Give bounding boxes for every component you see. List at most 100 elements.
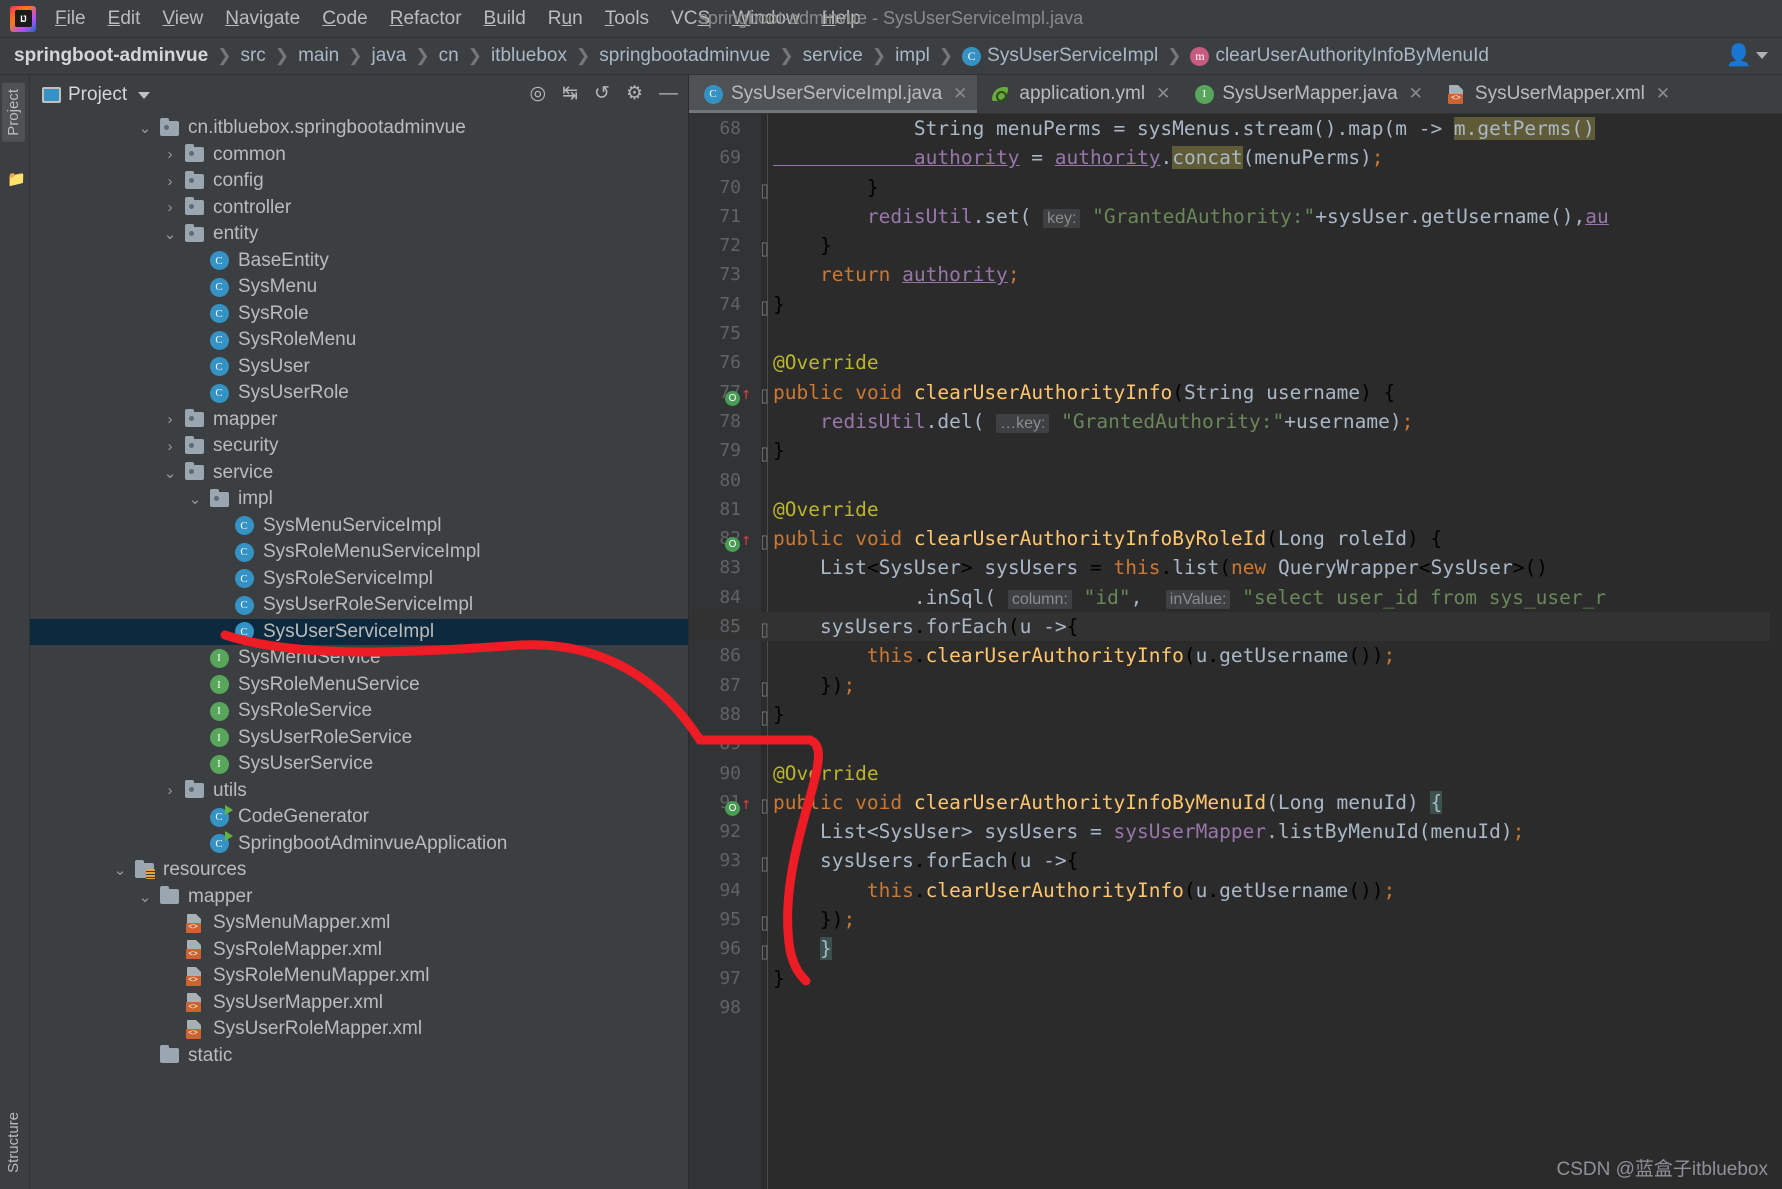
code-line[interactable]: 76 @Override xyxy=(689,348,1782,377)
editor-tab-sysuserserviceimpl-java[interactable]: C SysUserServiceImpl.java ✕ xyxy=(689,75,978,113)
tree-item-sysrolemenumapper-xml[interactable]: <> SysRoleMenuMapper.xml xyxy=(30,963,688,990)
tree-item-security[interactable]: › security xyxy=(30,433,688,460)
close-icon[interactable]: ✕ xyxy=(1656,84,1670,104)
chevron-down-icon[interactable]: ⌄ xyxy=(159,225,181,243)
chevron-down-icon[interactable] xyxy=(138,91,151,99)
tree-item-common[interactable]: › common xyxy=(30,142,688,169)
tree-item-sysmenuserviceimpl[interactable]: C SysMenuServiceImpl xyxy=(30,513,688,540)
code-line[interactable]: 83 List<SysUser> sysUsers = this.list(ne… xyxy=(689,553,1782,582)
tree-item-sysuserroleservice[interactable]: I SysUserRoleService xyxy=(30,725,688,752)
tree-item-sysrole[interactable]: C SysRole xyxy=(30,301,688,328)
breadcrumb-item-class[interactable]: C SysUserServiceImpl xyxy=(962,45,1158,67)
breadcrumb-item-project[interactable]: springboot-adminvue xyxy=(14,45,208,67)
tree-item-controller[interactable]: › controller xyxy=(30,195,688,222)
breadcrumb-item-java[interactable]: java xyxy=(372,45,407,67)
code-line[interactable]: 92 List<SysUser> sysUsers = sysUserMappe… xyxy=(689,817,1782,846)
code-line[interactable]: 74 ⌷} xyxy=(689,290,1782,319)
code-line[interactable]: 87 ⌷ }); xyxy=(689,671,1782,700)
menu-navigate[interactable]: Navigate xyxy=(214,6,311,32)
breadcrumb-item-springbootadminvue[interactable]: springbootadminvue xyxy=(599,45,770,67)
tree-item-sysrolemenuservice[interactable]: I SysRoleMenuService xyxy=(30,672,688,699)
tree-item-sysuserserviceimpl[interactable]: C SysUserServiceImpl xyxy=(30,618,688,645)
editor-tab-application-yml[interactable]: application.yml ✕ xyxy=(977,75,1180,113)
code-line[interactable]: 70 ⌷ } xyxy=(689,173,1782,202)
code-line[interactable]: 82O↑⌷public void clearUserAuthorityInfoB… xyxy=(689,524,1782,553)
code-line[interactable]: 73 return authority; xyxy=(689,260,1782,289)
menu-code[interactable]: Code xyxy=(311,6,378,32)
code-line[interactable]: 98 xyxy=(689,993,1782,1022)
close-icon[interactable]: ✕ xyxy=(953,84,967,104)
collapse-all-icon[interactable]: ↹ xyxy=(562,84,578,103)
chevron-down-icon[interactable]: ⌄ xyxy=(134,119,156,137)
minimize-icon[interactable]: — xyxy=(659,84,678,103)
tree-item-sysuser[interactable]: C SysUser xyxy=(30,354,688,381)
code-line[interactable]: 88 ⌷} xyxy=(689,700,1782,729)
tree-item-service[interactable]: ⌄ service xyxy=(30,460,688,487)
breadcrumb-item-itbluebox[interactable]: itbluebox xyxy=(491,45,567,67)
close-icon[interactable]: ✕ xyxy=(1156,84,1170,104)
tree-item-resources[interactable]: ⌄ resources xyxy=(30,857,688,884)
tree-item-sysroleserviceimpl[interactable]: C SysRoleServiceImpl xyxy=(30,566,688,593)
editor-tab-sysusermapper-xml[interactable]: <> SysUserMapper.xml ✕ xyxy=(1433,75,1680,113)
chevron-down-icon[interactable]: ⌄ xyxy=(159,464,181,482)
tree-item-sysrolemapper-xml[interactable]: <> SysRoleMapper.xml xyxy=(30,937,688,964)
tree-item-sysmenumapper-xml[interactable]: <> SysMenuMapper.xml xyxy=(30,910,688,937)
menu-refactor[interactable]: Refactor xyxy=(379,6,473,32)
tree-item-mapper[interactable]: ⌄ mapper xyxy=(30,884,688,911)
code-line[interactable]: 93 ⌷ sysUsers.forEach(u ->{ xyxy=(689,846,1782,875)
tree-item-sysuserrolemapper-xml[interactable]: <> SysUserRoleMapper.xml xyxy=(30,1016,688,1043)
tree-item-impl[interactable]: ⌄ impl xyxy=(30,486,688,513)
code-lines[interactable]: 68 String menuPerms = sysMenus.stream().… xyxy=(689,114,1782,1189)
code-line[interactable]: 97} xyxy=(689,964,1782,993)
breadcrumb-item-main[interactable]: main xyxy=(298,45,339,67)
menu-edit[interactable]: Edit xyxy=(97,6,152,32)
breadcrumb-item-impl[interactable]: impl xyxy=(895,45,930,67)
code-line[interactable]: 79 ⌷} xyxy=(689,436,1782,465)
tree-item-springbootadminvueapplication[interactable]: C SpringbootAdminvueApplication xyxy=(30,831,688,858)
tree-item-sysrolemenu[interactable]: C SysRoleMenu xyxy=(30,327,688,354)
chevron-down-icon[interactable]: ⌄ xyxy=(134,888,156,906)
chevron-right-icon[interactable]: › xyxy=(159,146,181,163)
menu-view[interactable]: View xyxy=(151,6,214,32)
code-line[interactable]: 95 ⌷ }); xyxy=(689,905,1782,934)
tree-item-utils[interactable]: › utils xyxy=(30,778,688,805)
user-account-button[interactable]: 👤 xyxy=(1726,45,1768,66)
tree-item-sysrolemenuserviceimpl[interactable]: C SysRoleMenuServiceImpl xyxy=(30,539,688,566)
tree-item-mapper[interactable]: › mapper xyxy=(30,407,688,434)
tree-item-entity[interactable]: ⌄ entity xyxy=(30,221,688,248)
tree-item-sysuserservice[interactable]: I SysUserService xyxy=(30,751,688,778)
tree-item-sysusermapper-xml[interactable]: <> SysUserMapper.xml xyxy=(30,990,688,1017)
code-line[interactable]: 78 redisUtil.del( …key: "GrantedAuthorit… xyxy=(689,407,1782,436)
toolwindow-tab-project[interactable]: Project xyxy=(2,83,25,142)
tree-item-config[interactable]: › config xyxy=(30,168,688,195)
code-line[interactable]: 96 ⌷ } xyxy=(689,934,1782,963)
menu-tools[interactable]: Tools xyxy=(594,6,660,32)
gear-icon[interactable]: ⚙ xyxy=(626,84,643,103)
chevron-right-icon[interactable]: › xyxy=(159,173,181,190)
code-line[interactable]: 80 xyxy=(689,466,1782,495)
tree-item-sysmenuservice[interactable]: I SysMenuService xyxy=(30,645,688,672)
tree-item-cn-itbluebox-springbootadminvue[interactable]: ⌄ cn.itbluebox.springbootadminvue xyxy=(30,115,688,142)
code-line[interactable]: 89 xyxy=(689,729,1782,758)
code-line[interactable]: 68 String menuPerms = sysMenus.stream().… xyxy=(689,114,1782,143)
chevron-right-icon[interactable]: › xyxy=(159,438,181,455)
chevron-right-icon[interactable]: › xyxy=(159,411,181,428)
scroll-from-source-icon[interactable]: ◎ xyxy=(530,84,547,103)
code-line[interactable]: 81 @Override xyxy=(689,495,1782,524)
code-editor[interactable]: 68 String menuPerms = sysMenus.stream().… xyxy=(689,114,1782,1189)
code-line[interactable]: 69 authority = authority.concat(menuPerm… xyxy=(689,143,1782,172)
menu-run[interactable]: Run xyxy=(537,6,594,32)
expand-all-icon[interactable]: ↺ xyxy=(594,84,610,103)
menu-build[interactable]: Build xyxy=(473,6,537,32)
code-line[interactable]: 85 ⌷ sysUsers.forEach(u ->{ xyxy=(689,612,1782,642)
tree-item-codegenerator[interactable]: C CodeGenerator xyxy=(30,804,688,831)
breadcrumb-item-cn[interactable]: cn xyxy=(439,45,459,67)
code-line[interactable]: 77O↑⌷public void clearUserAuthorityInfo(… xyxy=(689,378,1782,407)
tree-item-baseentity[interactable]: C BaseEntity xyxy=(30,248,688,275)
code-line[interactable]: 84 .inSql( column: "id", inValue: "selec… xyxy=(689,583,1782,612)
editor-scrollbar[interactable] xyxy=(1770,114,1782,1189)
code-line[interactable]: 72 ⌷ } xyxy=(689,231,1782,260)
tree-item-static[interactable]: static xyxy=(30,1043,688,1070)
code-line[interactable]: 71 redisUtil.set( key: "GrantedAuthority… xyxy=(689,202,1782,231)
code-line[interactable]: 94 this.clearUserAuthorityInfo(u.getUser… xyxy=(689,876,1782,905)
